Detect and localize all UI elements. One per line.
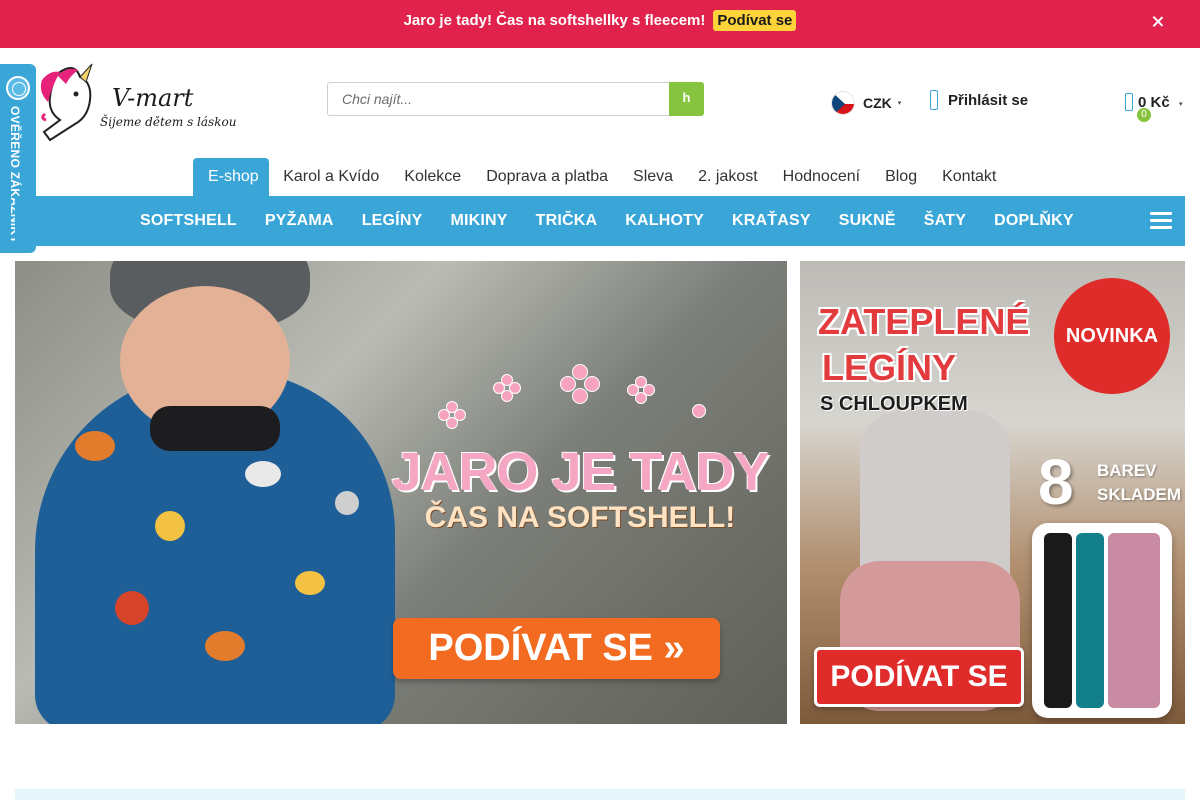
category-doplnky[interactable]: DOPLŇKY	[980, 212, 1088, 230]
nav-item-druha-jakost[interactable]: 2. jakost	[686, 158, 771, 196]
logo-tagline: Šijeme dětem s láskou	[100, 115, 237, 129]
cart-count-badge: 0	[1137, 108, 1151, 122]
login-label: Přihlásit se	[948, 91, 1029, 109]
unicorn-logo-icon	[40, 63, 93, 142]
chevron-down-icon: ▾	[897, 100, 902, 107]
site-logo[interactable]: V-mart Šijeme dětem s láskou	[30, 62, 236, 142]
category-mikiny[interactable]: MIKINY	[436, 212, 521, 230]
category-tricka[interactable]: TRIČKA	[522, 212, 612, 230]
nav-item-sleva[interactable]: Sleva	[621, 158, 686, 196]
promo-content: Jaro je tady! Čas na softshellky s fleec…	[0, 0, 1200, 40]
currency-selector[interactable]: CZK ▾	[831, 91, 901, 115]
category-pyzama[interactable]: PYŽAMA	[251, 212, 348, 230]
banner-side-title-line1: ZATEPLENÉ	[818, 301, 1030, 342]
banner-side-title-line2: LEGÍNY	[822, 347, 957, 388]
search-button[interactable]: h	[669, 82, 704, 116]
color-count-line2: SKLADEM	[1097, 485, 1182, 504]
color-count-label: BAREV SKLADEM	[1097, 459, 1181, 507]
search-input[interactable]	[327, 82, 670, 116]
promo-text: Jaro je tady! Čas na softshellky s fleec…	[403, 11, 706, 29]
nav-item-kontakt[interactable]: Kontakt	[930, 158, 1009, 196]
cart-icon	[1125, 93, 1133, 111]
user-icon	[930, 90, 938, 110]
czech-flag-icon	[831, 91, 855, 115]
flower-decoration-icon	[627, 376, 655, 404]
flower-decoration-icon	[560, 364, 600, 404]
logo-name: V-mart	[112, 84, 194, 112]
banner-side-cta-button[interactable]: PODÍVAT SE	[814, 647, 1024, 707]
currency-label: CZK	[863, 95, 892, 111]
verified-seal-icon	[6, 76, 30, 100]
category-leginy[interactable]: LEGÍNY	[348, 212, 437, 230]
side-promo-banner[interactable]: ZATEPLENÉ LEGÍNY S CHLOUPKEM NOVINKA 8 B…	[800, 261, 1185, 724]
color-count: 8	[1038, 446, 1074, 518]
category-softshell[interactable]: SOFTSHELL	[126, 212, 251, 230]
nav-item-blog[interactable]: Blog	[873, 158, 930, 196]
banner-side-title-line3: S CHLOUPKEM	[820, 393, 968, 415]
banner-main-subtitle: ČAS NA SOFTSHELL!	[424, 501, 736, 534]
new-badge: NOVINKA	[1054, 278, 1170, 394]
flower-decoration-icon	[493, 374, 521, 402]
top-navigation: E-shop Karol a Kvído Kolekce Doprava a p…	[193, 158, 1009, 196]
nav-item-hodnoceni[interactable]: Hodnocení	[770, 158, 872, 196]
nav-item-kolekce[interactable]: Kolekce	[392, 158, 474, 196]
color-count-line1: BAREV	[1097, 461, 1157, 480]
content-section-start	[15, 789, 1185, 800]
nav-item-karol-a-kvido[interactable]: Karol a Kvído	[271, 158, 392, 196]
category-sukne[interactable]: SUKNĚ	[825, 212, 910, 230]
close-icon[interactable]	[1150, 14, 1166, 30]
banner-main-title: JARO JE TADY	[391, 442, 769, 502]
category-list: SOFTSHELL PYŽAMA LEGÍNY MIKINY TRIČKA KA…	[126, 196, 1088, 246]
category-bar: SOFTSHELL PYŽAMA LEGÍNY MIKINY TRIČKA KA…	[15, 196, 1185, 246]
promo-bar: Jaro je tady! Čas na softshellky s fleec…	[0, 0, 1200, 48]
leggings-product-image	[1032, 523, 1172, 718]
search-icon: h	[682, 90, 691, 105]
hamburger-menu-icon[interactable]	[1150, 212, 1172, 230]
category-saty[interactable]: ŠATY	[910, 212, 980, 230]
category-kalhoty[interactable]: KALHOTY	[611, 212, 718, 230]
cart-button[interactable]: 0 Kč 0 ▾	[1125, 90, 1187, 122]
flower-decoration-icon	[687, 399, 709, 421]
category-kratasy[interactable]: KRAŤASY	[718, 212, 825, 230]
banner-main-cta-button[interactable]: PODÍVAT SE »	[393, 618, 720, 679]
promo-button[interactable]: Podívat se	[713, 9, 797, 31]
main-promo-banner[interactable]: JARO JE TADY ČAS NA SOFTSHELL! PODÍVAT S…	[15, 261, 787, 724]
login-link[interactable]: Přihlásit se	[930, 90, 1028, 110]
chevron-down-icon: ▾	[1179, 101, 1183, 108]
search-form: h	[327, 82, 704, 116]
nav-item-eshop[interactable]: E-shop	[193, 158, 269, 196]
nav-item-doprava-a-platba[interactable]: Doprava a platba	[474, 158, 621, 196]
